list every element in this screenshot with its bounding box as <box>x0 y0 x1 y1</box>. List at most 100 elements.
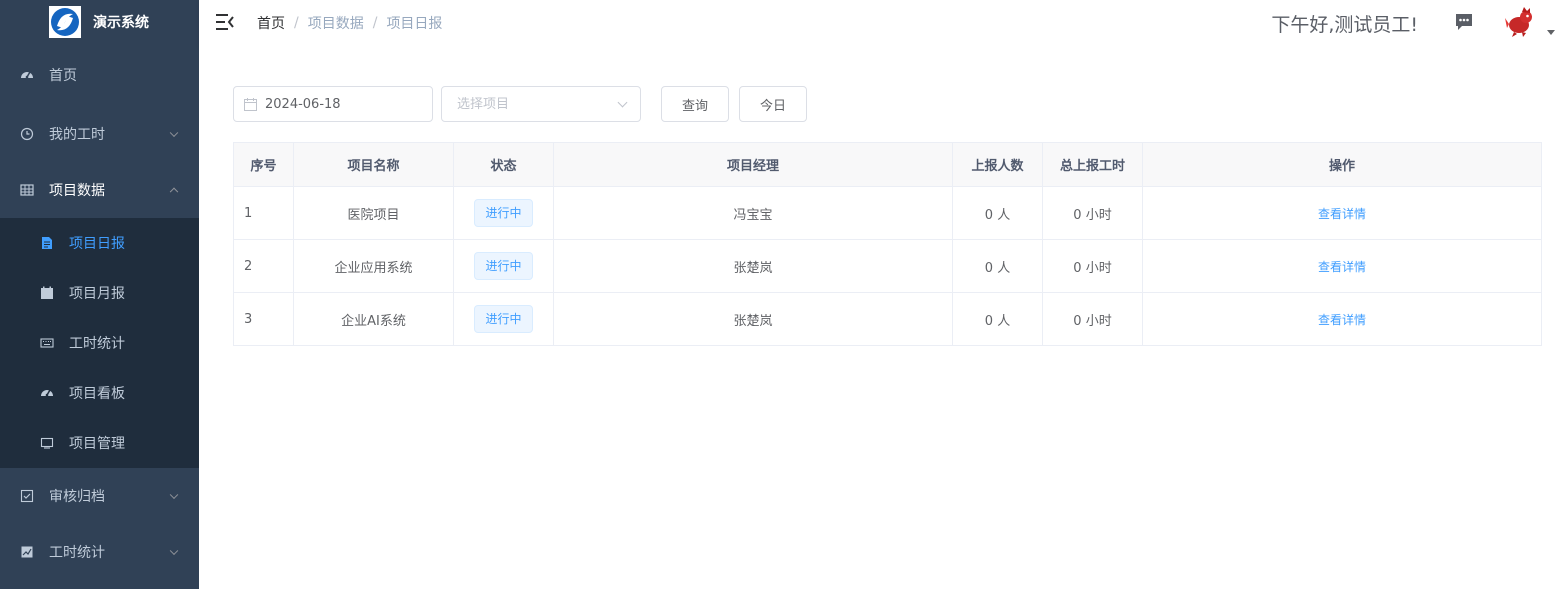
sidebar-item-label: 项目数据 <box>49 183 105 199</box>
row-reporters: 0 人 <box>952 186 1043 240</box>
sidebar-item-review-archive[interactable]: 审核归档 <box>0 468 199 524</box>
document-icon <box>40 236 54 250</box>
sidebar-item-my-hours[interactable]: 我的工时 <box>0 106 199 162</box>
dashboard-icon <box>40 386 54 400</box>
table-row: 3 企业AI系统 进行中 张楚岚 0 人 0 小时 查看详情 <box>233 292 1542 346</box>
view-details-link[interactable]: 查看详情 <box>1318 260 1366 274</box>
sidebar-item-label: 项目日报 <box>69 236 125 252</box>
filter-bar: 2024-06-18 查询 今日 <box>233 86 808 122</box>
table-header-row: 序号 项目名称 状态 项目经理 上报人数 总上报工时 操作 <box>233 142 1542 187</box>
column-header-hours: 总上报工时 <box>1042 142 1143 187</box>
app-title: 演示系统 <box>93 15 149 31</box>
today-button[interactable]: 今日 <box>739 86 808 122</box>
status-badge: 进行中 <box>474 305 533 333</box>
project-table: 序号 项目名称 状态 项目经理 上报人数 总上报工时 操作 1 医院项目 进行中 <box>233 142 1542 346</box>
row-manager: 张楚岚 <box>553 292 953 346</box>
calendar-icon <box>40 286 54 300</box>
row-status-cell: 进行中 <box>453 292 554 346</box>
column-header-reporters: 上报人数 <box>952 142 1043 187</box>
chevron-up-icon <box>169 187 179 197</box>
message-icon[interactable] <box>1454 12 1474 32</box>
sidebar: 演示系统 首页 我的工时 项目数据 项目日报 项目月报 工时统计 项目看板 项目… <box>0 0 199 589</box>
breadcrumb-current: 项目日报 <box>386 16 443 32</box>
query-button[interactable]: 查询 <box>661 86 730 122</box>
clock-icon <box>20 127 34 141</box>
column-header-manager: 项目经理 <box>553 142 953 187</box>
table-row: 1 医院项目 进行中 冯宝宝 0 人 0 小时 查看详情 <box>233 186 1542 240</box>
checkbox-icon <box>20 489 34 503</box>
chart-icon <box>20 545 34 559</box>
table-icon <box>20 183 34 197</box>
breadcrumb-home[interactable]: 首页 <box>257 13 285 33</box>
sidebar-item-label: 工时统计 <box>49 545 105 561</box>
row-hours: 0 小时 <box>1042 239 1143 293</box>
row-action-cell: 查看详情 <box>1142 186 1542 240</box>
sidebar-item-label: 项目管理 <box>69 436 125 452</box>
row-action-cell: 查看详情 <box>1142 239 1542 293</box>
hamburger-icon[interactable] <box>215 13 235 31</box>
project-select[interactable] <box>441 86 641 122</box>
sidebar-item-project-monthly[interactable]: 项目月报 <box>0 268 199 318</box>
project-select-input[interactable] <box>457 96 607 112</box>
breadcrumb-project-data: 项目数据 <box>307 16 364 32</box>
row-reporters: 0 人 <box>952 292 1043 346</box>
sidebar-item-label: 项目月报 <box>69 286 125 302</box>
app-root: 演示系统 首页 我的工时 项目数据 项目日报 项目月报 工时统计 项目看板 项目… <box>0 0 1567 589</box>
chevron-down-icon <box>169 490 179 500</box>
column-header-name: 项目名称 <box>293 142 454 187</box>
sidebar-item-home[interactable]: 首页 <box>0 44 199 106</box>
row-project-name: 企业应用系统 <box>293 239 454 293</box>
date-picker[interactable]: 2024-06-18 <box>233 86 433 122</box>
calendar-icon <box>244 97 257 111</box>
sidebar-item-project-daily[interactable]: 项目日报 <box>0 218 199 268</box>
sidebar-item-hour-statistics[interactable]: 工时统计 <box>0 524 199 580</box>
chevron-down-icon <box>617 97 628 108</box>
column-header-action: 操作 <box>1142 142 1542 187</box>
logo[interactable]: 演示系统 <box>0 0 199 44</box>
row-index: 3 <box>233 292 294 346</box>
status-badge: 进行中 <box>474 252 533 280</box>
row-manager: 冯宝宝 <box>553 186 953 240</box>
submenu-project-data: 项目日报 项目月报 工时统计 项目看板 项目管理 <box>0 218 199 468</box>
row-status-cell: 进行中 <box>453 186 554 240</box>
greeting-text: 下午好,测试员工! <box>1271 14 1418 36</box>
main-content: 2024-06-18 查询 今日 序号 项目名称 状态 项目经理 <box>199 47 1567 589</box>
table-row: 2 企业应用系统 进行中 张楚岚 0 人 0 小时 查看详情 <box>233 239 1542 293</box>
breadcrumb-separator: / <box>294 15 299 31</box>
sidebar-item-label: 首页 <box>49 68 77 84</box>
sidebar-item-label: 项目看板 <box>69 386 125 402</box>
row-reporters: 0 人 <box>952 239 1043 293</box>
row-hours: 0 小时 <box>1042 186 1143 240</box>
sidebar-item-hour-stats[interactable]: 工时统计 <box>0 318 199 368</box>
column-header-status: 状态 <box>453 142 554 187</box>
row-hours: 0 小时 <box>1042 292 1143 346</box>
sidebar-item-project-management[interactable]: 项目管理 <box>0 418 199 468</box>
status-badge: 进行中 <box>474 199 533 227</box>
chevron-down-icon <box>169 128 179 138</box>
row-project-name: 医院项目 <box>293 186 454 240</box>
row-manager: 张楚岚 <box>553 239 953 293</box>
logo-icon <box>49 6 81 38</box>
keyboard-icon <box>40 336 54 350</box>
sidebar-item-label: 我的工时 <box>49 127 105 143</box>
row-index: 2 <box>233 239 294 293</box>
view-details-link[interactable]: 查看详情 <box>1318 207 1366 221</box>
view-details-link[interactable]: 查看详情 <box>1318 313 1366 327</box>
sidebar-item-project-data[interactable]: 项目数据 <box>0 162 199 218</box>
row-index: 1 <box>233 186 294 240</box>
sidebar-item-label: 工时统计 <box>69 336 125 352</box>
chevron-down-icon <box>169 546 179 556</box>
sidebar-item-label: 审核归档 <box>49 489 105 505</box>
sidebar-item-project-board[interactable]: 项目看板 <box>0 368 199 418</box>
breadcrumb-separator: / <box>372 15 378 31</box>
avatar[interactable] <box>1504 6 1536 38</box>
monitor-icon <box>40 436 54 450</box>
column-header-index: 序号 <box>233 142 294 187</box>
row-status-cell: 进行中 <box>453 239 554 293</box>
navbar: 首页 / 项目数据 / 项目日报 下午好,测试员工! <box>199 0 1567 47</box>
date-value: 2024-06-18 <box>265 96 341 112</box>
row-project-name: 企业AI系统 <box>293 292 454 346</box>
caret-down-icon[interactable] <box>1547 30 1555 35</box>
breadcrumb: 首页 / 项目数据 / 项目日报 <box>257 13 442 33</box>
dashboard-icon <box>20 68 34 82</box>
